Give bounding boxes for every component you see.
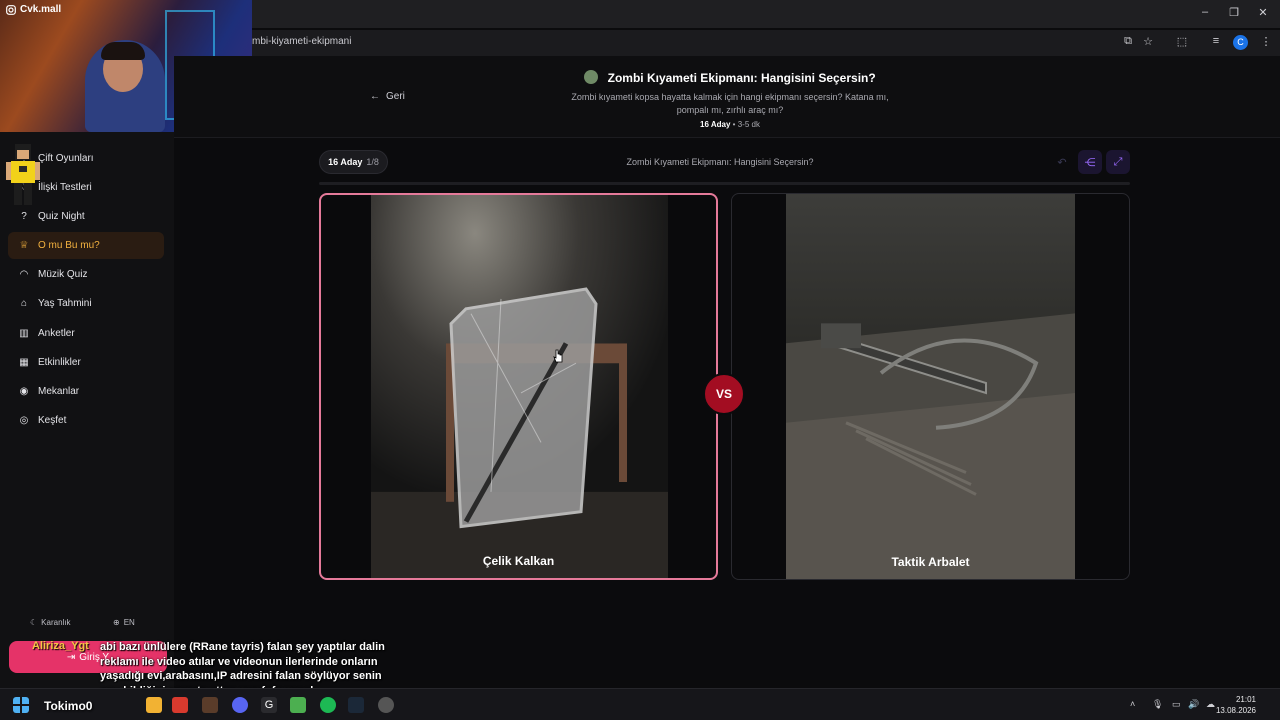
arrow-left-icon: ← bbox=[370, 91, 380, 102]
minimize-icon[interactable]: – bbox=[1196, 6, 1214, 18]
trophy-icon: ♕ bbox=[19, 240, 29, 251]
moon-icon: ☾ bbox=[30, 618, 38, 627]
chevron-up-icon[interactable]: ˄ bbox=[1130, 699, 1135, 709]
clock[interactable]: 21:01 13.08.2026 bbox=[1216, 694, 1256, 716]
pin-icon: ◉ bbox=[19, 386, 29, 397]
page-description: Zombi kıyameti kopsa hayatta kalmak için… bbox=[571, 92, 889, 115]
fullscreen-button[interactable]: ⤢ bbox=[1106, 150, 1130, 174]
extensions-icon[interactable]: ⬚ bbox=[1174, 35, 1190, 51]
progress-bar bbox=[319, 182, 1130, 185]
fullscreen-icon: ⤢ bbox=[1113, 155, 1123, 168]
xbox-icon[interactable] bbox=[320, 697, 336, 713]
sidebar-item-label: Çift Oyunları bbox=[38, 153, 94, 164]
headphones-icon: ◠ bbox=[19, 269, 29, 280]
chat-username: Aliriza_Ygt bbox=[32, 640, 89, 652]
back-label: Geri bbox=[386, 91, 405, 102]
url-text: mbi-kiyameti-ekipmani bbox=[252, 36, 352, 47]
menu-kebab-icon[interactable]: ⋮ bbox=[1258, 35, 1274, 51]
shield-image bbox=[371, 195, 668, 578]
chart-icon: ▥ bbox=[19, 328, 29, 339]
sidebar-item[interactable]: ◉ Mekanlar bbox=[8, 378, 164, 405]
undo-button[interactable]: ↶ bbox=[1050, 150, 1074, 174]
network-icon[interactable]: ▭ bbox=[1172, 699, 1181, 710]
sidebar-item-label: Quiz Night bbox=[38, 211, 85, 222]
steam-icon[interactable] bbox=[348, 697, 364, 713]
login-icon: ⇥ bbox=[66, 651, 76, 663]
minecraft-icon[interactable] bbox=[290, 697, 306, 713]
hand-cursor-icon bbox=[553, 349, 563, 363]
sidebar-item[interactable]: ▦ Etkinlikler bbox=[8, 349, 164, 376]
install-app-icon[interactable]: ⧉ bbox=[1120, 35, 1136, 51]
discord-icon[interactable] bbox=[232, 697, 248, 713]
close-icon[interactable]: ✕ bbox=[1254, 6, 1272, 19]
streamer-hair bbox=[101, 42, 145, 60]
sidebar-item[interactable]: ⌂ Yaş Tahmini bbox=[8, 290, 164, 317]
language-toggle[interactable]: ⊕ EN bbox=[113, 618, 135, 627]
vs-badge: VS bbox=[703, 373, 745, 415]
sidebar-item-label: Anketler bbox=[38, 328, 75, 339]
calendar-icon: ▦ bbox=[19, 357, 29, 368]
candidates-count: 16 Aday bbox=[700, 120, 731, 129]
overlay-name: Tokimo0 bbox=[44, 699, 93, 713]
obs-icon[interactable] bbox=[378, 697, 394, 713]
weather-icon[interactable]: ☁ bbox=[1206, 699, 1215, 710]
sidebar-item[interactable]: ◎ Keşfet bbox=[8, 407, 164, 434]
choice-card-left[interactable]: Çelik Kalkan bbox=[319, 193, 718, 580]
bookmark-star-icon[interactable]: ☆ bbox=[1140, 35, 1156, 51]
windows-start-icon[interactable] bbox=[13, 697, 29, 713]
choice-label-left: Çelik Kalkan bbox=[482, 554, 555, 568]
g-app-icon[interactable]: G bbox=[261, 697, 277, 713]
app-red-icon[interactable] bbox=[172, 697, 188, 713]
undo-icon: ↶ bbox=[1057, 156, 1067, 169]
sidebar-item[interactable]: ◠ Müzik Quiz bbox=[8, 261, 164, 288]
restore-icon[interactable]: ❐ bbox=[1225, 6, 1243, 19]
question-icon: ? bbox=[21, 211, 27, 222]
volume-icon[interactable]: 🔊 bbox=[1188, 699, 1199, 710]
sidebar-item-label: Etkinlikler bbox=[38, 357, 81, 368]
game-icon[interactable] bbox=[202, 697, 218, 713]
zombie-emoji-icon bbox=[584, 70, 599, 84]
crossbow-image bbox=[786, 194, 1075, 579]
theme-label: Karanlık bbox=[41, 618, 71, 627]
sidebar-item-label: Mekanlar bbox=[38, 386, 80, 397]
sidebar-item-label: Keşfet bbox=[38, 415, 67, 426]
choice-card-right[interactable]: Taktik Arbalet bbox=[731, 193, 1130, 580]
sidebar-item-label: Yaş Tahmini bbox=[38, 298, 92, 309]
globe-icon: ⊕ bbox=[113, 618, 120, 627]
page-title-text: Zombi Kıyameti Ekipmanı: Hangisini Seçer… bbox=[607, 71, 876, 85]
back-button[interactable]: ← Geri bbox=[370, 91, 405, 102]
language-label: EN bbox=[123, 618, 135, 627]
choice-label-right: Taktik Arbalet bbox=[891, 555, 970, 569]
page-title: Zombi Kıyameti Ekipmanı: Hangisini Seçer… bbox=[560, 70, 900, 85]
channel-name: Cvk.mall bbox=[20, 4, 62, 15]
address-bar[interactable]: mbi-kiyameti-ekipmani ⧉ ☆ ⬚ ≡ C ⋮ bbox=[240, 30, 1280, 56]
clock-date: 13.08.2026 bbox=[1215, 706, 1256, 715]
round-title: Zombi Kıyameti Ekipmanı: Hangisini Seçer… bbox=[626, 157, 814, 167]
mic-icon[interactable]: 🎙 bbox=[1152, 699, 1163, 710]
round-badge: 16 Aday 1/8 bbox=[319, 150, 388, 174]
instagram-icon bbox=[6, 4, 16, 15]
sidebar-item-label: O mu Bu mu? bbox=[38, 240, 100, 251]
round-progress: 1/8 bbox=[366, 157, 379, 167]
profile-avatar[interactable]: C bbox=[1233, 35, 1248, 50]
folder-icon[interactable] bbox=[146, 697, 162, 713]
reading-list-icon[interactable]: ≡ bbox=[1208, 35, 1224, 51]
sidebar-item[interactable]: ♕ O mu Bu mu? bbox=[8, 232, 164, 259]
cake-icon: ⌂ bbox=[20, 298, 28, 309]
theme-toggle[interactable]: ☾ Karanlık bbox=[30, 618, 71, 627]
taskbar: G ˄ 🎙 ▭ 🔊 ☁ 21:01 13.08.2026 bbox=[0, 688, 1280, 720]
minecraft-avatar bbox=[6, 144, 40, 205]
sidebar-item[interactable]: ▥ Anketler bbox=[8, 320, 164, 347]
channel-label: Cvk.mall bbox=[6, 4, 61, 15]
sidebar-item-label: İlişki Testleri bbox=[38, 182, 92, 193]
round-candidates: 16 Aday bbox=[328, 157, 363, 167]
duration: 3-5 dk bbox=[737, 120, 760, 129]
share-button[interactable]: ⋲ bbox=[1078, 150, 1102, 174]
clock-time: 21:01 bbox=[1235, 695, 1256, 704]
compass-icon: ◎ bbox=[19, 415, 29, 426]
sidebar-item-label: Müzik Quiz bbox=[38, 269, 88, 280]
page-meta: 16 Aday • 3-5 dk bbox=[700, 120, 760, 129]
share-icon: ⋲ bbox=[1084, 156, 1096, 169]
